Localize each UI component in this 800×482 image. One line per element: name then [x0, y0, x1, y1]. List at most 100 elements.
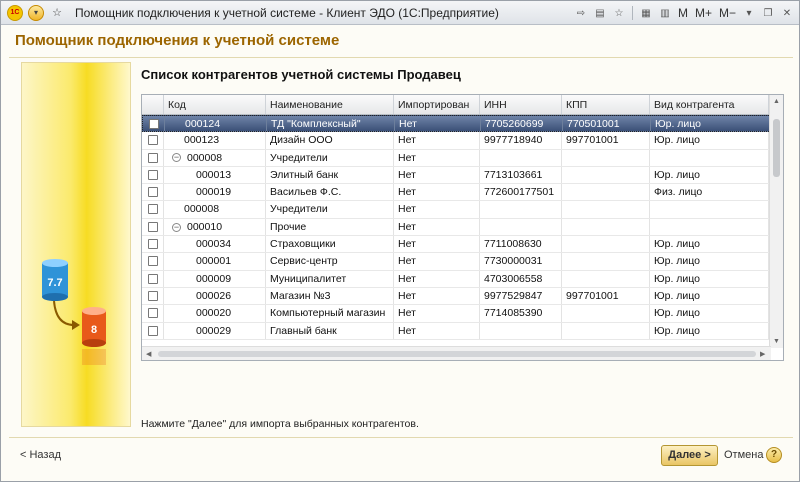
counterparty-table[interactable]: Код Наименование Импортирован ИНН КПП Ви… — [141, 94, 784, 361]
row-checkbox[interactable] — [148, 273, 158, 284]
cell-imported: Нет — [394, 253, 480, 270]
row-checkbox[interactable] — [148, 239, 158, 250]
cell-kind: Юр. лицо — [651, 116, 770, 132]
row-checkbox[interactable] — [148, 256, 158, 267]
table-row[interactable]: 000123 Дизайн ООО Нет 9977718940 997701001 Юр… — [142, 132, 783, 150]
table-row[interactable]: 000124 ТД "Комплексный" Нет 7705260699 77050… — [142, 115, 783, 133]
menu-icon[interactable]: ▾ — [28, 4, 44, 21]
cell-imported: Нет — [394, 166, 480, 184]
title-bar: 1C ▾ ☆ Помощник подключения к учетной си… — [1, 1, 799, 25]
scroll-left-arrow-icon[interactable]: ◀ — [146, 350, 151, 358]
table-row[interactable]: 000019 Васильев Ф.С. Нет 772600177501 Физ. л… — [142, 184, 783, 202]
cell-code: 000009 — [164, 270, 266, 287]
row-checkbox[interactable] — [149, 119, 159, 129]
column-header-name[interactable]: Наименование — [266, 95, 394, 114]
column-header-kpp[interactable]: КПП — [562, 95, 650, 114]
row-checkbox[interactable] — [148, 325, 158, 336]
cell-code: 000123 — [164, 132, 266, 149]
favorite-star-icon[interactable]: ☆ — [49, 5, 65, 21]
table-row[interactable]: 000009 Муниципалитет Нет 4703006558 Юр. лицо — [142, 270, 783, 288]
row-checkbox-cell — [142, 236, 164, 253]
table-row[interactable]: −000010 Прочие Нет — [142, 218, 783, 237]
row-checkbox[interactable] — [148, 204, 158, 215]
row-checkbox[interactable] — [148, 308, 158, 319]
app-logo-icon[interactable]: 1C — [7, 4, 23, 21]
cell-name: Учредители — [266, 149, 394, 166]
document-icon[interactable]: ▤ — [592, 5, 608, 21]
row-checkbox[interactable] — [148, 187, 158, 198]
cell-inn: 9977718940 — [480, 132, 562, 149]
dropdown-arrow-icon[interactable]: ▾ — [741, 5, 757, 21]
cell-kpp — [562, 201, 650, 218]
row-checkbox-cell — [143, 116, 165, 132]
back-button[interactable]: < Назад — [20, 449, 61, 461]
restore-window-icon[interactable]: ❐ — [760, 5, 776, 21]
calculator-icon[interactable]: ▦ — [638, 5, 654, 21]
code-text: 000123 — [184, 134, 220, 147]
scroll-right-arrow-icon[interactable]: ▶ — [760, 350, 765, 358]
forward-arrow-icon[interactable]: ⇨ — [573, 5, 589, 21]
cell-kpp — [562, 149, 650, 166]
scroll-up-arrow-icon[interactable]: ▲ — [773, 98, 780, 105]
column-header-inn[interactable]: ИНН — [480, 95, 562, 114]
row-checkbox[interactable] — [148, 169, 158, 180]
memory-plus-button[interactable]: M+ — [693, 6, 714, 20]
cell-inn: 4703006558 — [480, 270, 562, 287]
vertical-scroll-thumb[interactable] — [773, 119, 780, 177]
table-row[interactable]: 000001 Сервис-центр Нет 7730000031 Юр. лицо — [142, 253, 783, 271]
cell-imported: Нет — [394, 201, 480, 218]
memory-button[interactable]: M — [676, 6, 690, 20]
row-checkbox-cell — [142, 270, 164, 287]
cell-name: Главный банк — [266, 322, 394, 339]
close-icon[interactable]: ✕ — [779, 5, 795, 21]
cell-inn: 7711008630 — [480, 236, 562, 253]
table-row[interactable]: 000020 Компьютерный магазин Нет 7714085390 Ю… — [142, 305, 783, 323]
footer-divider — [9, 437, 793, 438]
row-checkbox[interactable] — [148, 290, 158, 301]
row-checkbox-cell — [142, 166, 164, 184]
horizontal-scrollbar[interactable]: ◀ ▶ — [142, 346, 771, 360]
cell-kind: Юр. лицо — [650, 322, 769, 339]
table-row[interactable]: 000029 Главный банк Нет Юр. лицо — [142, 322, 783, 340]
cell-kpp: 770501001 — [563, 116, 651, 132]
header-divider — [9, 57, 793, 58]
next-button[interactable]: Далее > — [661, 445, 718, 466]
cancel-button[interactable]: Отмена — [724, 449, 763, 461]
row-checkbox[interactable] — [148, 152, 158, 163]
vertical-scrollbar[interactable]: ▲ ▼ — [769, 95, 783, 348]
code-text: 000010 — [187, 220, 223, 233]
row-checkbox[interactable] — [148, 135, 158, 146]
toolbar-separator — [631, 6, 633, 20]
cell-inn: 9977529847 — [480, 287, 562, 305]
memory-minus-button[interactable]: M− — [717, 6, 738, 20]
calendar-icon[interactable]: ▥ — [657, 5, 673, 21]
column-header-kind[interactable]: Вид контрагента — [650, 95, 769, 114]
table-row[interactable]: 000026 Магазин №3 Нет 9977529847 997701001 Юр… — [142, 287, 783, 306]
row-checkbox[interactable] — [148, 221, 158, 232]
checkbox-column-header[interactable] — [142, 95, 164, 114]
table-row[interactable]: 000013 Элитный банк Нет 7713103661 Юр. лицо — [142, 166, 783, 185]
cell-kpp: 997701001 — [562, 132, 650, 149]
column-header-imported[interactable]: Импортирован — [394, 95, 480, 114]
cell-code: 000001 — [164, 253, 266, 270]
database-77-label: 7.7 — [47, 277, 62, 289]
collapse-group-icon[interactable]: − — [172, 222, 181, 232]
cell-code: 000026 — [164, 287, 266, 305]
row-checkbox-cell — [142, 132, 164, 149]
horizontal-scroll-thumb[interactable] — [158, 351, 756, 357]
table-row[interactable]: −000008 Учредители Нет — [142, 149, 783, 167]
help-icon[interactable]: ? — [766, 447, 782, 463]
cell-inn — [480, 201, 562, 218]
cell-name: Васильев Ф.С. — [266, 184, 394, 201]
cell-code: 000020 — [164, 305, 266, 322]
cell-kpp — [562, 305, 650, 322]
star-list-icon[interactable]: ☆ — [611, 5, 627, 21]
column-header-code[interactable]: Код — [164, 95, 266, 114]
table-row[interactable]: 000008 Учредители Нет — [142, 201, 783, 219]
scroll-down-arrow-icon[interactable]: ▼ — [773, 338, 780, 345]
table-row[interactable]: 000034 Страховщики Нет 7711008630 Юр. лицо — [142, 236, 783, 254]
cell-inn — [480, 218, 562, 236]
cell-name: Дизайн ООО — [266, 132, 394, 149]
cell-kpp — [562, 166, 650, 184]
collapse-group-icon[interactable]: − — [172, 153, 181, 163]
